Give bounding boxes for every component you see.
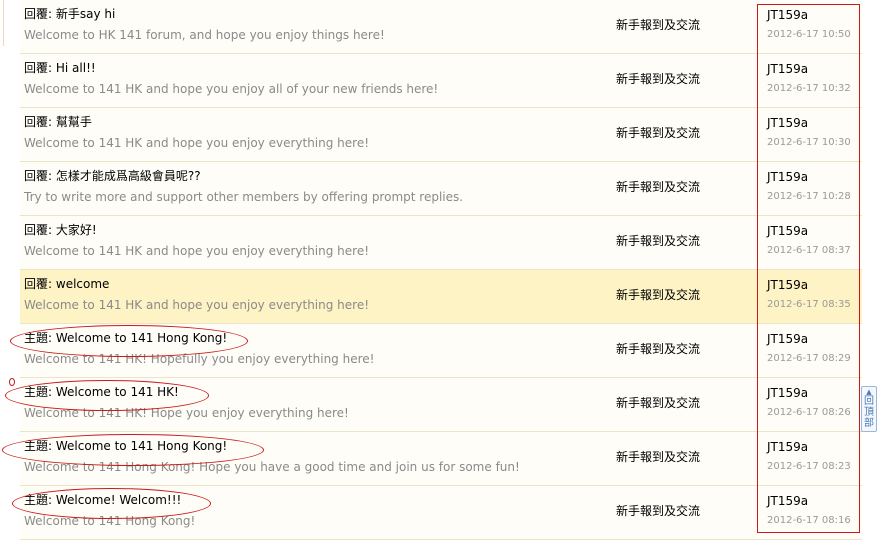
- post-date: 2012-6-17 10:30: [767, 137, 851, 148]
- author-link[interactable]: JT159a: [767, 278, 808, 292]
- post-row: 回覆: 新手say hi Welcome to HK 141 forum, an…: [20, 0, 862, 54]
- post-excerpt: Welcome to 141 HK and hope you enjoy eve…: [24, 244, 370, 258]
- post-title-link[interactable]: 回覆: 幫幫手: [24, 113, 92, 130]
- post-row: 主題: Welcome to 141 Hong Kong! Welcome to…: [20, 432, 862, 486]
- post-date: 2012-6-17 10:28: [767, 191, 851, 202]
- author-link[interactable]: JT159a: [767, 440, 808, 454]
- post-subject: Welcome! Welcom!!!: [55, 493, 182, 507]
- forum-link[interactable]: 新手報到及交流: [616, 394, 700, 411]
- post-type-prefix: 回覆:: [24, 115, 53, 129]
- forum-link[interactable]: 新手報到及交流: [616, 340, 700, 357]
- post-title-link[interactable]: 主題: Welcome! Welcom!!!: [24, 491, 181, 508]
- post-title-link[interactable]: 主題: Welcome to 141 HK!: [24, 383, 179, 400]
- post-row: 主題: Welcome to 141 Hong Kong! Welcome to…: [20, 324, 862, 378]
- post-row: 回覆: Hi all!! Welcome to 141 HK and hope …: [20, 54, 862, 108]
- forum-link[interactable]: 新手報到及交流: [616, 16, 700, 33]
- author-link[interactable]: JT159a: [767, 170, 808, 184]
- post-date: 2012-6-17 10:50: [767, 29, 851, 40]
- post-type-prefix: 主題:: [24, 331, 53, 345]
- forum-link[interactable]: 新手報到及交流: [616, 232, 700, 249]
- post-date: 2012-6-17 08:29: [767, 353, 851, 364]
- post-list: 回覆: 新手say hi Welcome to HK 141 forum, an…: [20, 0, 862, 540]
- post-list-page: 回覆: 新手say hi Welcome to HK 141 forum, an…: [0, 0, 880, 544]
- author-link[interactable]: JT159a: [767, 386, 808, 400]
- post-subject: Welcome to 141 Hong Kong!: [55, 439, 228, 453]
- back-to-top-button[interactable]: ▲ 回頂部: [861, 386, 877, 432]
- post-row: 回覆: 大家好! Welcome to 141 HK and hope you …: [20, 216, 862, 270]
- post-title-link[interactable]: 主題: Welcome to 141 Hong Kong!: [24, 329, 227, 346]
- post-title-link[interactable]: 回覆: Hi all!!: [24, 59, 96, 76]
- author-link[interactable]: JT159a: [767, 494, 808, 508]
- post-type-prefix: 主題:: [24, 493, 53, 507]
- post-excerpt: Welcome to 141 Hong Kong!: [24, 514, 196, 528]
- post-title-link[interactable]: 回覆: 新手say hi: [24, 5, 115, 22]
- forum-link[interactable]: 新手報到及交流: [616, 178, 700, 195]
- post-excerpt: Welcome to 141 HK! Hopefully you enjoy e…: [24, 352, 375, 366]
- post-excerpt: Welcome to 141 HK and hope you enjoy eve…: [24, 298, 370, 312]
- back-to-top-label: 回頂部: [864, 396, 874, 429]
- forum-link[interactable]: 新手報到及交流: [616, 502, 700, 519]
- post-date: 2012-6-17 08:26: [767, 407, 851, 418]
- post-excerpt: Welcome to HK 141 forum, and hope you en…: [24, 28, 385, 42]
- post-row: 回覆: 怎樣才能成爲高級會員呢?? Try to write more and …: [20, 162, 862, 216]
- author-link[interactable]: JT159a: [767, 8, 808, 22]
- post-date: 2012-6-17 10:32: [767, 83, 851, 94]
- forum-link[interactable]: 新手報到及交流: [616, 70, 700, 87]
- post-subject: Welcome to 141 Hong Kong!: [55, 331, 228, 345]
- post-type-prefix: 主題:: [24, 385, 53, 399]
- post-date: 2012-6-17 08:16: [767, 515, 851, 526]
- arrow-up-icon: ▲: [866, 388, 872, 396]
- post-date: 2012-6-17 08:23: [767, 461, 851, 472]
- annotation-dot: [9, 378, 15, 386]
- post-type-prefix: 主題:: [24, 439, 53, 453]
- post-subject: 幫幫手: [55, 115, 92, 129]
- post-row: 回覆: 幫幫手 Welcome to 141 HK and hope you e…: [20, 108, 862, 162]
- post-subject: 怎樣才能成爲高級會員呢??: [55, 169, 201, 183]
- post-type-prefix: 回覆:: [24, 61, 53, 75]
- post-excerpt: Welcome to 141 HK! Hope you enjoy everyt…: [24, 406, 349, 420]
- post-row-highlighted: 回覆: welcome Welcome to 141 HK and hope y…: [20, 270, 862, 324]
- post-subject: Hi all!!: [55, 61, 96, 75]
- post-date: 2012-6-17 08:35: [767, 299, 851, 310]
- post-excerpt: Welcome to 141 Hong Kong! Hope you have …: [24, 460, 520, 474]
- post-date: 2012-6-17 08:37: [767, 245, 851, 256]
- post-type-prefix: 回覆:: [24, 277, 53, 291]
- author-link[interactable]: JT159a: [767, 116, 808, 130]
- forum-link[interactable]: 新手報到及交流: [616, 124, 700, 141]
- forum-link[interactable]: 新手報到及交流: [616, 448, 700, 465]
- post-subject: 大家好!: [55, 223, 97, 237]
- post-subject: 新手say hi: [55, 7, 116, 21]
- post-title-link[interactable]: 回覆: welcome: [24, 275, 109, 292]
- forum-link[interactable]: 新手報到及交流: [616, 286, 700, 303]
- post-title-link[interactable]: 主題: Welcome to 141 Hong Kong!: [24, 437, 227, 454]
- post-title-link[interactable]: 回覆: 怎樣才能成爲高級會員呢??: [24, 167, 201, 184]
- author-link[interactable]: JT159a: [767, 62, 808, 76]
- post-type-prefix: 回覆:: [24, 7, 53, 21]
- author-link[interactable]: JT159a: [767, 332, 808, 346]
- post-type-prefix: 回覆:: [24, 223, 53, 237]
- post-subject: Welcome to 141 HK!: [55, 385, 179, 399]
- post-excerpt: Welcome to 141 HK and hope you enjoy all…: [24, 82, 439, 96]
- post-subject: welcome: [55, 277, 110, 291]
- author-link[interactable]: JT159a: [767, 224, 808, 238]
- post-title-link[interactable]: 回覆: 大家好!: [24, 221, 97, 238]
- post-type-prefix: 回覆:: [24, 169, 53, 183]
- post-row: 主題: Welcome to 141 HK! Welcome to 141 HK…: [20, 378, 862, 432]
- post-row: 主題: Welcome! Welcom!!! Welcome to 141 Ho…: [20, 486, 862, 540]
- page-edge-marker: [0, 0, 4, 46]
- post-excerpt: Welcome to 141 HK and hope you enjoy eve…: [24, 136, 370, 150]
- post-excerpt: Try to write more and support other memb…: [24, 190, 464, 204]
